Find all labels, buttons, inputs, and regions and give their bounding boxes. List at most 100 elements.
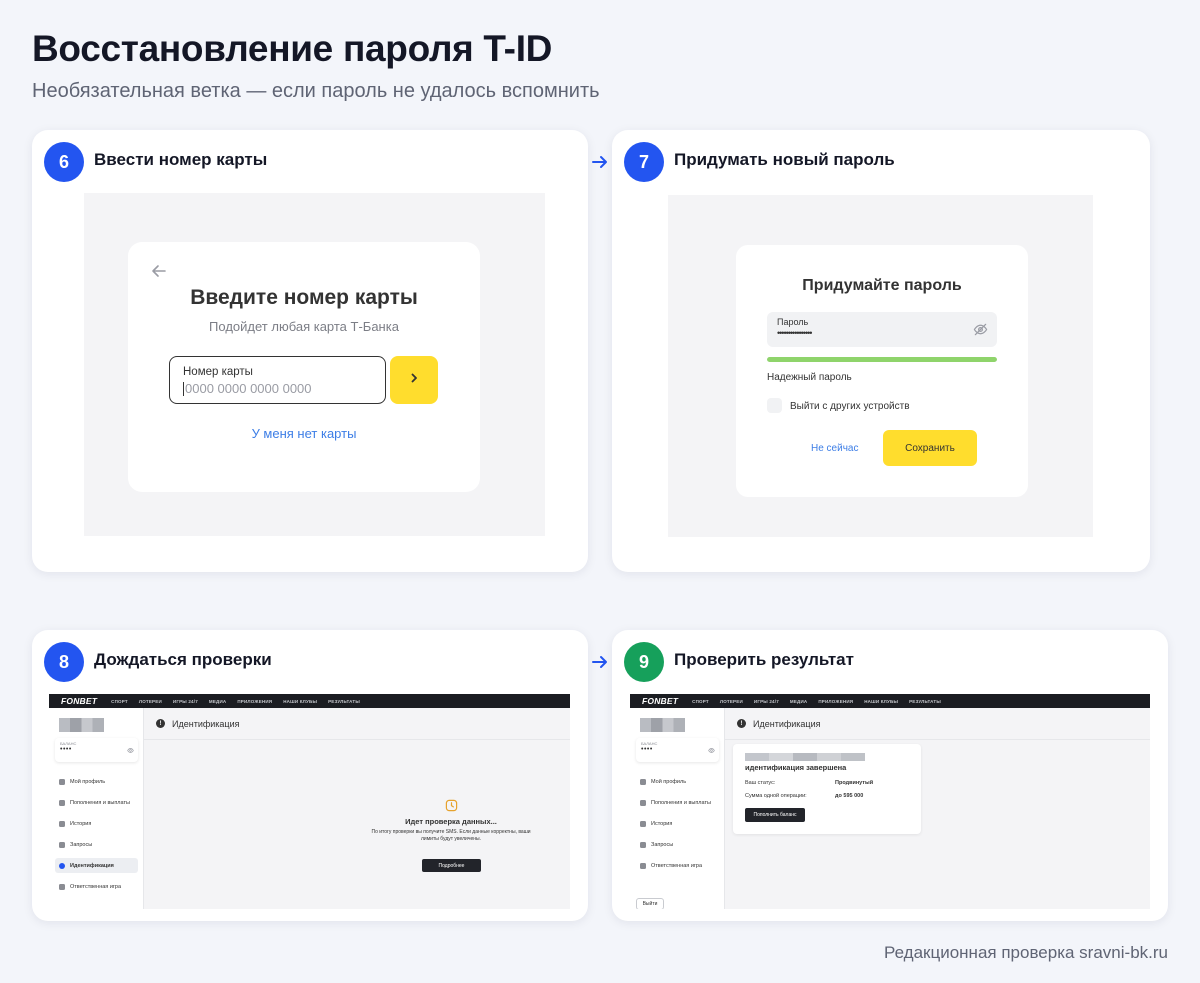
screenshot-verification-result: FONBET СПОРТ ЛОТЕРЕИ ИГРЫ 24/7 МЕДИА ПРИ… xyxy=(630,694,1150,909)
blurred-name xyxy=(745,753,865,761)
sidebar-item-responsible-gaming[interactable]: Ответственная игра xyxy=(55,879,138,894)
save-button[interactable]: Сохранить xyxy=(883,430,977,466)
logout-button[interactable]: Выйти xyxy=(636,898,664,909)
step-number-badge: 6 xyxy=(44,142,84,182)
nav-item[interactable]: СПОРТ xyxy=(692,699,709,704)
sidebar-item-history[interactable]: История xyxy=(636,816,719,831)
sidebar-menu: Мой профиль Пополнения и выплаты История… xyxy=(636,774,719,879)
sidebar-item-identification[interactable]: Идентификация xyxy=(55,858,138,873)
nav-item[interactable]: СПОРТ xyxy=(111,699,128,704)
dialog-subtitle: Подойдет любая карта Т-Банка xyxy=(209,319,399,334)
strength-fill xyxy=(767,357,997,362)
nav-item[interactable]: ПРИЛОЖЕНИЯ xyxy=(818,699,853,704)
limit-row: Сумма одной операции: до 595 000 xyxy=(745,793,863,799)
sidebar-item-label: Ответственная игра xyxy=(70,883,122,890)
wallet-icon xyxy=(640,799,646,806)
top-nav: FONBET СПОРТ ЛОТЕРЕИ ИГРЫ 24/7 МЕДИА ПРИ… xyxy=(630,694,1150,708)
user-icon xyxy=(640,778,646,785)
sidebar-item-history[interactable]: История xyxy=(55,816,138,831)
sidebar-item-label: Запросы xyxy=(70,841,93,848)
password-input[interactable]: Пароль •••••••••••••••• xyxy=(767,312,997,347)
balance-widget: БАЛАНС •••• xyxy=(55,738,138,762)
top-nav: FONBET СПОРТ ЛОТЕРЕИ ИГРЫ 24/7 МЕДИА ПРИ… xyxy=(49,694,570,708)
sidebar-item-label: История xyxy=(651,820,673,827)
main-heading: ! Идентификация xyxy=(144,708,570,740)
arrow-left-icon[interactable] xyxy=(150,262,168,280)
screenshot-card-number: Введите номер карты Подойдет любая карта… xyxy=(84,193,545,536)
not-now-link[interactable]: Не сейчас xyxy=(811,443,858,454)
step-number-badge: 7 xyxy=(624,142,664,182)
history-icon xyxy=(640,820,646,827)
sidebar-item-payments[interactable]: Пополнения и выплаты xyxy=(636,795,719,810)
limit-value: до 595 000 xyxy=(835,793,864,799)
sidebar-item-payments[interactable]: Пополнения и выплаты xyxy=(55,795,138,810)
screenshot-verification-pending: FONBET СПОРТ ЛОТЕРЕИ ИГРЫ 24/7 МЕДИА ПРИ… xyxy=(49,694,570,909)
chat-icon xyxy=(640,841,646,848)
nav-item[interactable]: ИГРЫ 24/7 xyxy=(754,699,779,704)
nav-item[interactable]: РЕЗУЛЬТАТЫ xyxy=(909,699,941,704)
card-number-dialog: Введите номер карты Подойдет любая карта… xyxy=(128,242,480,492)
sidebar-item-label: Пополнения и выплаты xyxy=(651,799,711,806)
nav-item[interactable]: МЕДИА xyxy=(790,699,807,704)
verification-status: Идет проверка данных... По итогу проверк… xyxy=(144,740,570,909)
eye-icon[interactable] xyxy=(127,741,134,753)
status-value: Продвинутый xyxy=(835,780,874,786)
footer-credit: Редакционная проверка sravni-bk.ru xyxy=(884,943,1168,962)
result-title: идентификация завершена xyxy=(745,763,847,772)
no-card-link[interactable]: У меня нет карты xyxy=(128,426,480,441)
sidebar-item-requests[interactable]: Запросы xyxy=(55,837,138,852)
nav-item[interactable]: ПРИЛОЖЕНИЯ xyxy=(237,699,272,704)
input-label: Номер карты xyxy=(183,366,253,378)
input-label: Пароль xyxy=(777,317,809,327)
blurred-username xyxy=(640,718,685,732)
new-password-dialog: Придумайте пароль Пароль •••••••••••••••… xyxy=(736,245,1028,497)
nav-item[interactable]: РЕЗУЛЬТАТЫ xyxy=(328,699,360,704)
step-card-9: 9 Проверить результат FONBET СПОРТ ЛОТЕР… xyxy=(612,630,1168,921)
sidebar-item-profile[interactable]: Мой профиль xyxy=(636,774,719,789)
verification-result-card: идентификация завершена Ваш статус: Продв… xyxy=(733,744,921,834)
step-card-7: 7 Придумать новый пароль Придумайте паро… xyxy=(612,130,1150,572)
logout-devices-checkbox[interactable] xyxy=(767,398,782,413)
sidebar: БАЛАНС •••• Мой профиль Пополнения и вып… xyxy=(630,708,725,909)
sidebar-item-responsible-gaming[interactable]: Ответственная игра xyxy=(636,858,719,873)
nav-item[interactable]: НАШИ КЛУБЫ xyxy=(864,699,898,704)
status-text: По итогу проверки вы получите SMS. Если … xyxy=(371,829,531,842)
balance-value: •••• xyxy=(60,746,72,753)
step-title: Ввести номер карты xyxy=(94,150,268,169)
status-row: Ваш статус: Продвинутый xyxy=(745,780,873,786)
nav-item[interactable]: ИГРЫ 24/7 xyxy=(173,699,198,704)
nav-item[interactable]: ЛОТЕРЕИ xyxy=(139,699,162,704)
main-heading-text: Идентификация xyxy=(753,718,821,729)
page-subtitle: Необязательная ветка — если пароль не уд… xyxy=(32,80,600,102)
user-icon xyxy=(59,778,65,785)
eye-off-icon[interactable] xyxy=(973,322,988,337)
balance-value: •••• xyxy=(641,746,653,753)
status-key: Ваш статус: xyxy=(745,780,776,786)
sidebar-item-profile[interactable]: Мой профиль xyxy=(55,774,138,789)
sidebar: БАЛАНС •••• Мой профиль Пополнения и вып… xyxy=(49,708,144,909)
lock-icon xyxy=(640,862,646,869)
nav-item[interactable]: ЛОТЕРЕИ xyxy=(720,699,743,704)
nav-item[interactable]: МЕДИА xyxy=(209,699,226,704)
history-icon xyxy=(59,820,65,827)
status-title: Идет проверка данных... xyxy=(405,817,497,826)
nav-item[interactable]: НАШИ КЛУБЫ xyxy=(283,699,317,704)
input-placeholder: 0000 0000 0000 0000 xyxy=(183,382,372,396)
next-button[interactable] xyxy=(390,356,438,404)
sidebar-item-label: Идентификация xyxy=(70,862,114,869)
sidebar-item-label: Пополнения и выплаты xyxy=(70,799,130,806)
details-button[interactable]: Подробнее xyxy=(422,859,481,872)
id-icon xyxy=(59,862,65,869)
clock-icon xyxy=(445,799,458,812)
step-number-badge: 9 xyxy=(624,642,664,682)
step-card-6: 6 Ввести номер карты Введите номер карты… xyxy=(32,130,588,572)
arrow-right-icon xyxy=(590,652,610,672)
sidebar-item-label: Запросы xyxy=(651,841,674,848)
fonbet-logo[interactable]: FONBET xyxy=(61,696,97,706)
lock-icon xyxy=(59,883,65,890)
eye-icon[interactable] xyxy=(708,741,715,753)
fonbet-logo[interactable]: FONBET xyxy=(642,696,678,706)
card-number-input[interactable]: Номер карты 0000 0000 0000 0000 xyxy=(169,356,386,404)
top-up-button[interactable]: Пополнить баланс xyxy=(745,808,805,822)
sidebar-item-requests[interactable]: Запросы xyxy=(636,837,719,852)
